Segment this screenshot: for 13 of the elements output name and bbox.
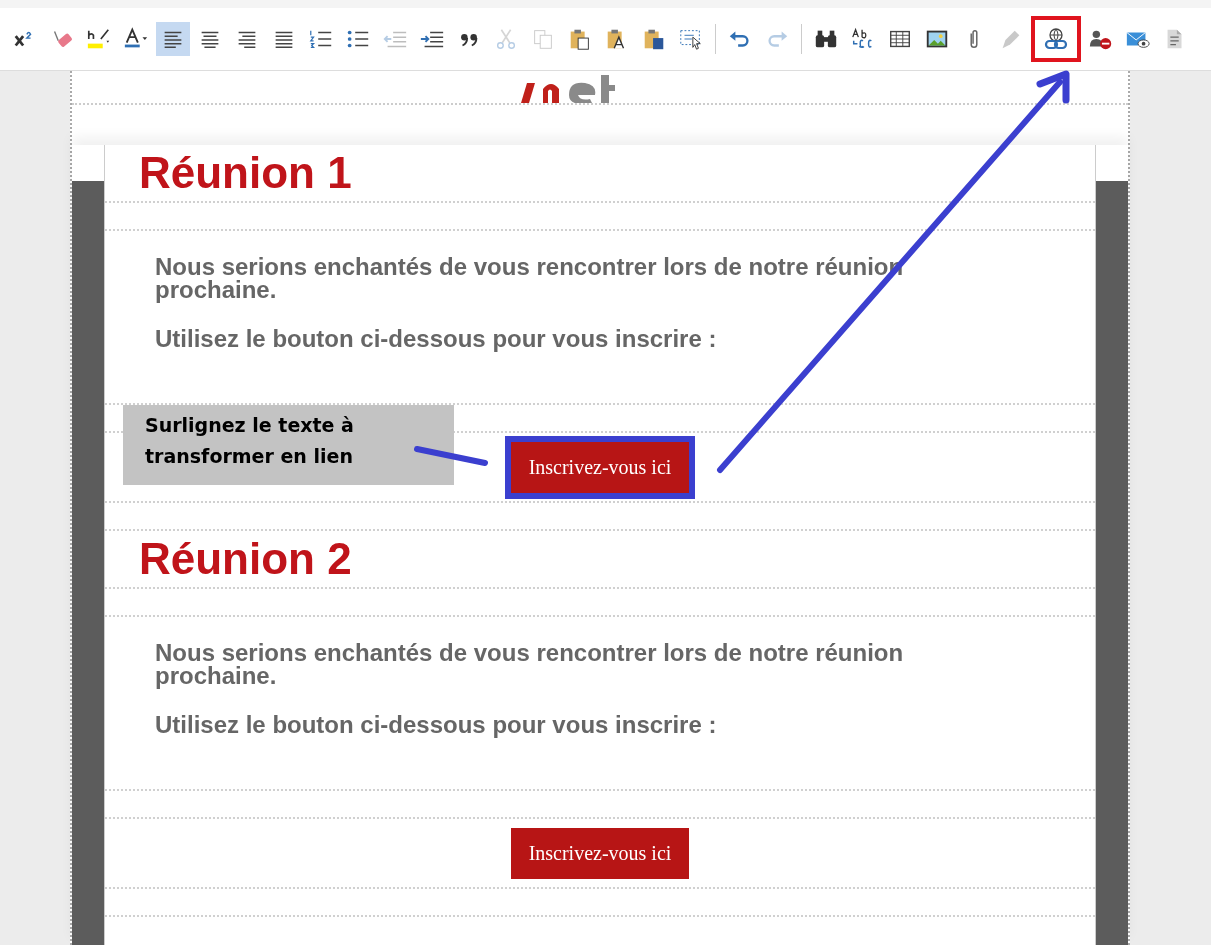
align-left-button[interactable] xyxy=(156,22,190,56)
select-all-icon xyxy=(678,27,704,51)
body-paragraph: Utilisez le bouton ci-dessous pour vous inscrire : xyxy=(155,327,718,350)
link-icon xyxy=(1042,27,1070,51)
register-button[interactable]: Inscrivez-vous ici xyxy=(510,441,690,493)
register-button[interactable]: Inscrivez-vous ici xyxy=(510,827,690,879)
callout-note: Surlignez le texte à transformer en lien xyxy=(123,405,454,485)
body-paragraph: Nous serions enchantés de vous rencontrer lors de notre réunion prochaine. xyxy=(155,641,905,687)
link-button[interactable] xyxy=(1031,16,1081,62)
highlight-icon xyxy=(86,27,112,51)
section-heading: Réunion 2 xyxy=(139,534,352,584)
body-paragraph: Utilisez le bouton ci-dessous pour vous inscrire : xyxy=(155,713,718,736)
section-heading: Réunion 1 xyxy=(139,148,352,198)
